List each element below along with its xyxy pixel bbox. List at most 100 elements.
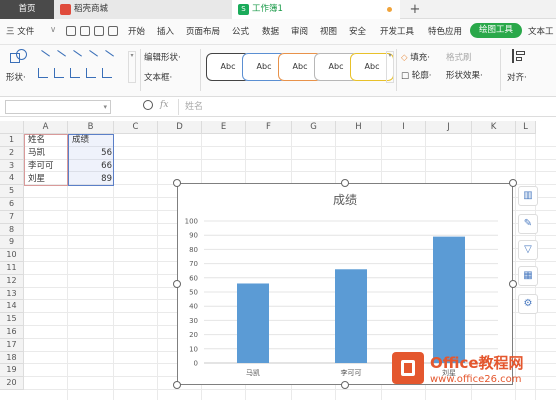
column-header-f[interactable]: F (246, 121, 292, 134)
fx-icon[interactable]: fx (160, 100, 168, 110)
fill-icon: ◇ (401, 53, 408, 63)
column-header-j[interactable]: J (426, 121, 472, 134)
resize-handle-bl[interactable] (173, 381, 181, 389)
menu-page-layout[interactable]: 页面布局 (186, 25, 220, 37)
menu-file[interactable]: 三 文件 (6, 25, 34, 37)
row-header-15[interactable]: 15 (0, 313, 24, 326)
tab-home[interactable]: 首页 (0, 0, 54, 19)
align-button[interactable]: 对齐· (507, 71, 527, 83)
text-box-button[interactable]: 文本框· (144, 71, 172, 83)
office-logo-icon (392, 352, 424, 384)
y-tick-label: 10 (189, 345, 198, 353)
row-header-2[interactable]: 2 (0, 146, 24, 160)
resize-handle-mr[interactable] (509, 280, 517, 288)
shapes-label[interactable]: 形状· (6, 71, 26, 83)
shape-gallery-scroll[interactable]: ▾ (128, 51, 136, 83)
row-header-9[interactable]: 9 (0, 236, 24, 250)
select-all-corner[interactable] (0, 121, 24, 134)
menu-review[interactable]: 审阅 (291, 25, 308, 37)
column-header-h[interactable]: H (336, 121, 382, 134)
fill-button[interactable]: ◇ 填充· (401, 51, 430, 63)
column-header-b[interactable]: B (68, 121, 114, 134)
resize-handle-bm[interactable] (341, 381, 349, 389)
edit-shape-button[interactable]: 编辑形状· (144, 51, 181, 63)
unsaved-dot-icon (387, 7, 392, 12)
menu-insert[interactable]: 插入 (157, 25, 174, 37)
row-header-16[interactable]: 16 (0, 326, 24, 339)
menu-formula[interactable]: 公式 (232, 25, 249, 37)
zoom-icon[interactable] (143, 100, 153, 110)
cell-b2[interactable]: 56 (70, 147, 114, 160)
row-header-18[interactable]: 18 (0, 351, 24, 365)
row-header-7[interactable]: 7 (0, 210, 24, 224)
row-header-14[interactable]: 14 (0, 300, 24, 314)
tab-workbook[interactable]: S 工作簿1 (232, 0, 400, 19)
watermark-url: www.office26.com (430, 374, 522, 385)
chart-type-icon[interactable]: ▦ (518, 266, 538, 286)
menu-drawing-tools[interactable]: 绘图工具 (470, 23, 522, 38)
row-header-8[interactable]: 8 (0, 223, 24, 237)
cell-a3[interactable]: 李可可 (26, 160, 68, 173)
cell-a4[interactable]: 刘星 (26, 173, 68, 186)
shape-gallery[interactable] (36, 48, 124, 84)
menu-file-caret[interactable]: ∨ (50, 25, 56, 35)
new-tab-button[interactable]: + (405, 0, 425, 19)
row-header-13[interactable]: 13 (0, 287, 24, 301)
menu-view[interactable]: 视图 (320, 25, 337, 37)
shapes-icon[interactable] (10, 49, 30, 65)
column-header-a[interactable]: A (24, 121, 68, 134)
column-header-l[interactable]: L (516, 121, 536, 134)
row-header-12[interactable]: 12 (0, 274, 24, 288)
formula-input[interactable]: 姓名 (178, 99, 556, 115)
menu-security[interactable]: 安全 (349, 25, 366, 37)
resize-handle-tl[interactable] (173, 179, 181, 187)
resize-handle-ml[interactable] (173, 280, 181, 288)
open-icon[interactable] (66, 26, 76, 36)
cell-a2[interactable]: 马凯 (26, 147, 68, 160)
chart-filter-icon[interactable]: ▽ (518, 240, 538, 260)
shape-effect-button[interactable]: 形状效果· (446, 69, 483, 81)
column-header-g[interactable]: G (292, 121, 336, 134)
bar-1 (335, 269, 367, 363)
menu-data[interactable]: 数据 (262, 25, 279, 37)
row-header-1[interactable]: 1 (0, 134, 24, 147)
bar-0 (237, 283, 269, 363)
menu-start[interactable]: 开始 (128, 25, 145, 37)
resize-handle-tr[interactable] (509, 179, 517, 187)
row-header-5[interactable]: 5 (0, 185, 24, 198)
print-icon[interactable] (94, 26, 104, 36)
align-icon[interactable] (512, 49, 526, 63)
row-header-4[interactable]: 4 (0, 172, 24, 186)
row-header-10[interactable]: 10 (0, 249, 24, 262)
cell-b3[interactable]: 66 (70, 160, 114, 173)
menu-developer[interactable]: 开发工具 (380, 25, 414, 37)
name-box-caret-icon[interactable]: ▾ (103, 103, 107, 111)
column-header-e[interactable]: E (202, 121, 246, 134)
preview-icon[interactable] (108, 26, 118, 36)
column-header-i[interactable]: I (382, 121, 426, 134)
style-gallery-scroll[interactable]: ▾ (386, 51, 394, 83)
resize-handle-tm[interactable] (341, 179, 349, 187)
format-painter-button[interactable]: 格式刷 (446, 51, 472, 63)
column-header-k[interactable]: K (472, 121, 516, 134)
cell-b1[interactable]: 成绩 (70, 134, 114, 147)
row-header-3[interactable]: 3 (0, 159, 24, 173)
tab-shop[interactable]: 稻壳商城 (54, 0, 232, 19)
row-header-20[interactable]: 20 (0, 377, 24, 390)
cell-a1[interactable]: 姓名 (26, 134, 68, 147)
save-icon[interactable] (80, 26, 90, 36)
outline-button[interactable]: □ 轮廓· (401, 69, 431, 81)
menu-text-tools[interactable]: 文本工 (528, 25, 554, 37)
name-box[interactable]: ▾ (5, 100, 111, 114)
row-header-19[interactable]: 19 (0, 364, 24, 378)
chart-elements-icon[interactable]: ▥ (518, 186, 538, 206)
row-header-11[interactable]: 11 (0, 262, 24, 275)
column-header-d[interactable]: D (158, 121, 202, 134)
chart-style-brush-icon[interactable]: ✎ (518, 214, 538, 234)
row-header-17[interactable]: 17 (0, 338, 24, 352)
menu-special[interactable]: 特色应用 (428, 25, 462, 37)
chart-settings-gear-icon[interactable]: ⚙ (518, 294, 538, 314)
row-header-6[interactable]: 6 (0, 198, 24, 211)
column-header-c[interactable]: C (114, 121, 158, 134)
cell-b4[interactable]: 89 (70, 173, 114, 186)
